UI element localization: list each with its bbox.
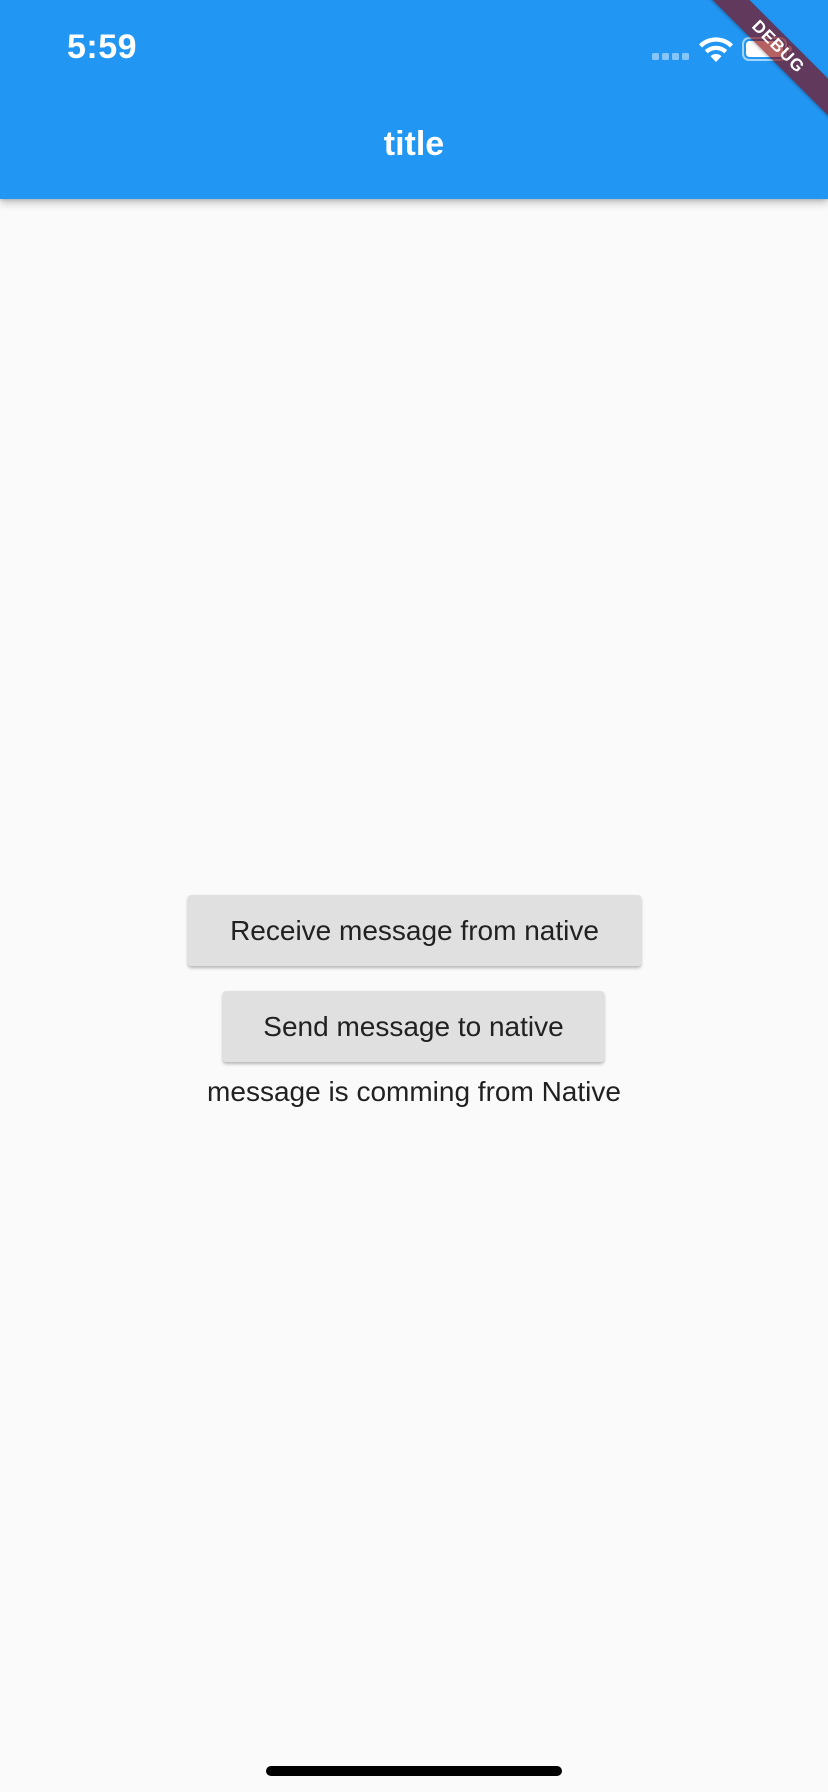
- status-time: 5:59: [67, 28, 138, 66]
- send-message-button[interactable]: Send message to native: [223, 991, 604, 1062]
- debug-banner-label: DEBUG: [698, 0, 828, 127]
- signal-icon: [652, 53, 692, 61]
- home-indicator[interactable]: [266, 1766, 562, 1776]
- message-text: message is comming from Native: [207, 1076, 621, 1107]
- receive-message-button[interactable]: Receive message from native: [188, 895, 641, 966]
- debug-banner: DEBUG: [688, 0, 828, 140]
